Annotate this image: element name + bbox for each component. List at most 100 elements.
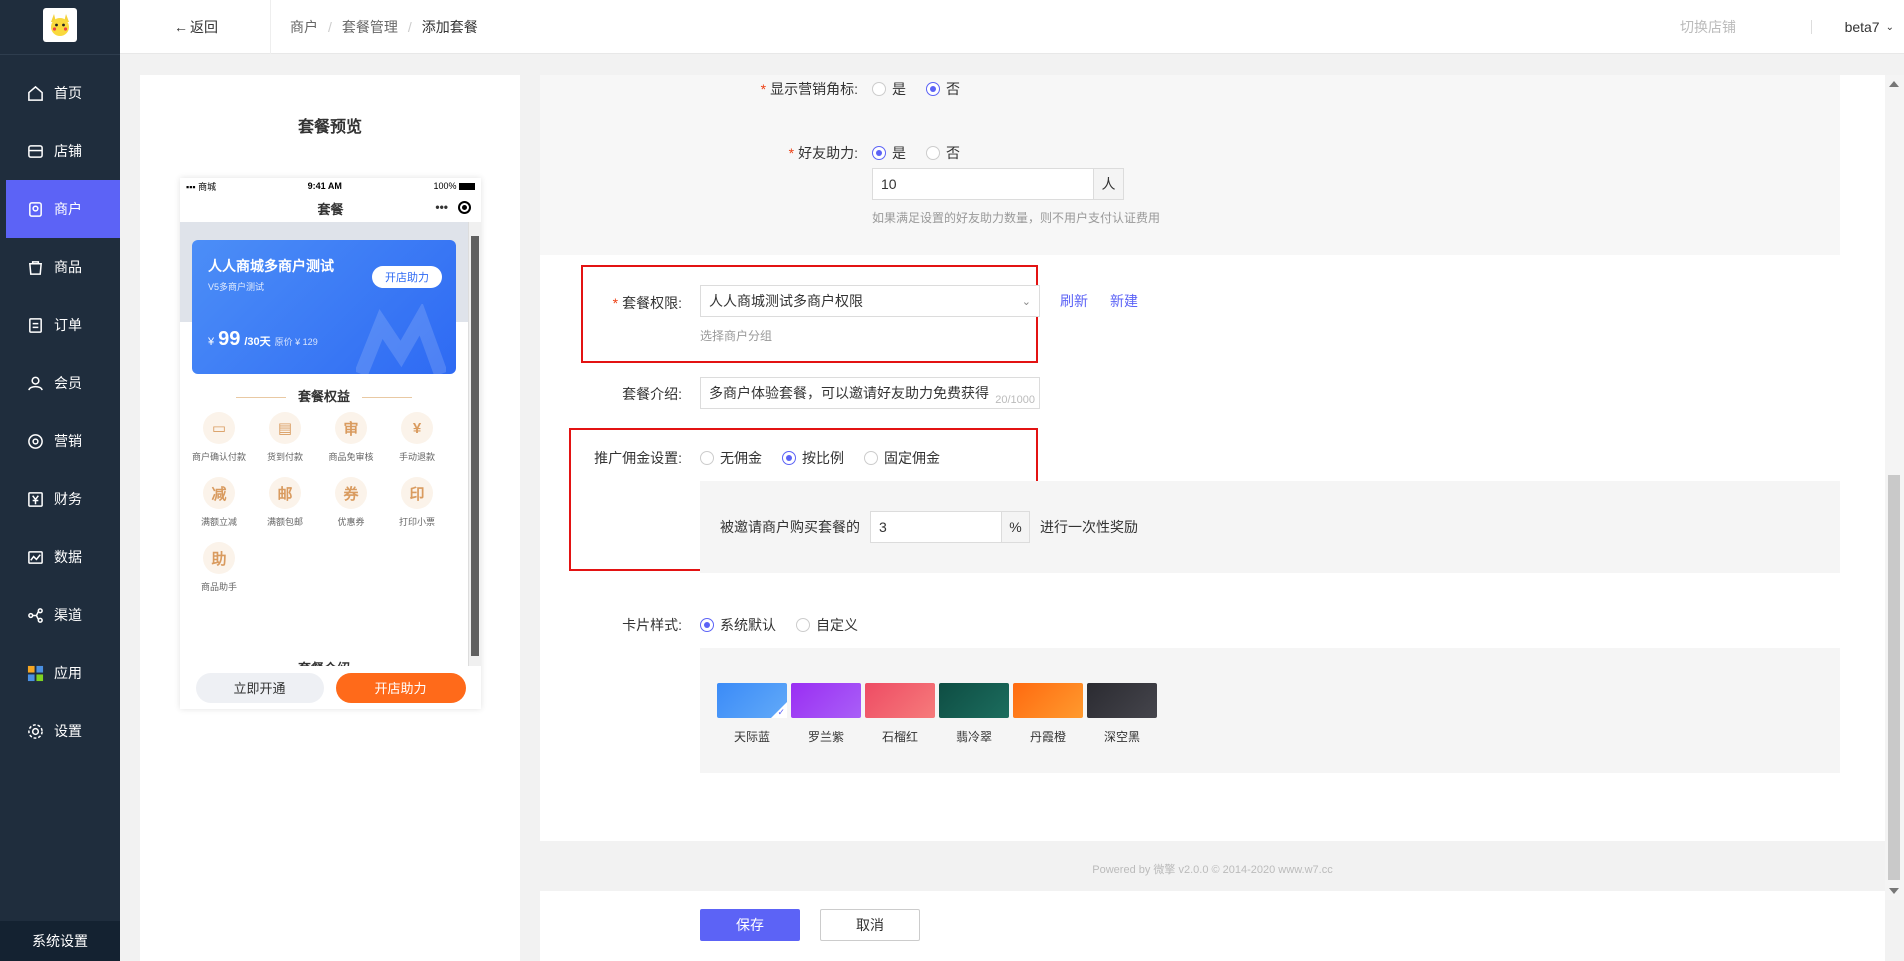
- swatch-name: 天际蓝: [733, 730, 770, 744]
- benefit-label: 满额立减: [200, 517, 237, 527]
- permission-label: * 套餐权限:: [612, 295, 682, 311]
- battery-indicator: 100%: [433, 181, 475, 191]
- switch-store-link[interactable]: 切换店铺: [1680, 0, 1736, 54]
- marketing-badge-radio-0[interactable]: 是: [872, 79, 906, 99]
- package-price: ¥ 99 /30天 原价 ¥ 129: [208, 328, 318, 350]
- system-settings-button[interactable]: 系统设置: [0, 921, 120, 961]
- friend-assist-input[interactable]: 10: [872, 168, 1094, 200]
- sidebar-item-store[interactable]: 店铺: [0, 122, 120, 180]
- swatch-name: 深空黑: [1103, 730, 1140, 744]
- benefit-item: ▤ 货到付款: [252, 412, 318, 463]
- card-assist-button[interactable]: 开店助力: [372, 266, 442, 288]
- friend-assist-radio-1[interactable]: 否: [926, 143, 960, 163]
- permission-select[interactable]: 人人商城测试多商户权限 ⌄: [700, 285, 1040, 317]
- sidebar-item-label: 店铺: [54, 143, 82, 159]
- marketing-badge-radio-1[interactable]: 否: [926, 79, 960, 99]
- card-style-radio-0[interactable]: 系统默认: [700, 615, 776, 635]
- cancel-button[interactable]: 取消: [820, 909, 920, 941]
- phone-status-bar: ▪▪▪ 商城 9:41 AM 100%: [180, 178, 481, 194]
- benefit-item: 邮满额包邮: [252, 477, 318, 528]
- benefit-label: 商品免审核: [328, 452, 374, 462]
- scroll-up-icon[interactable]: [1889, 81, 1899, 87]
- friend-assist-radio-0[interactable]: 是: [872, 143, 906, 163]
- sidebar-item-channel[interactable]: 渠道: [0, 586, 120, 644]
- marketing-badge-radios: 是否: [872, 79, 980, 99]
- save-button[interactable]: 保存: [700, 909, 800, 941]
- phone-footer: 立即开通 开店助力: [180, 666, 481, 709]
- intro-value: 多商户体验套餐，可以邀请好友助力免费获得: [709, 385, 989, 401]
- sidebar-item-label: 商品: [54, 259, 82, 275]
- chevron-down-icon: ⌄: [1021, 295, 1031, 308]
- style-swatch[interactable]: 丹霞橙: [1012, 683, 1084, 745]
- sidebar-item-label: 订单: [54, 317, 82, 333]
- radio-circle-icon: [796, 618, 810, 632]
- refresh-link[interactable]: 刷新: [1060, 291, 1088, 311]
- store-icon: [26, 142, 44, 160]
- friend-assist-count: 10 人: [872, 168, 1124, 200]
- sidebar-item-data[interactable]: 数据: [0, 528, 120, 586]
- arrow-left-icon: ←: [174, 19, 188, 35]
- benefit-icon: 邮: [269, 477, 301, 509]
- sidebar-item-finance[interactable]: 财务: [0, 470, 120, 528]
- scroll-thumb[interactable]: [1888, 475, 1900, 880]
- sidebar-item-order[interactable]: 订单: [0, 296, 120, 354]
- breadcrumb-merchant[interactable]: 商户: [290, 17, 318, 37]
- price-period: /30天: [244, 336, 271, 348]
- style-swatch[interactable]: 翡冷翠: [938, 683, 1010, 745]
- breadcrumb-package-manage[interactable]: 套餐管理: [342, 17, 398, 37]
- benefit-icon: ▤: [269, 412, 301, 444]
- swatch-color: [791, 683, 861, 718]
- friend-assist-unit: 人: [1094, 168, 1124, 200]
- sidebar-item-goods[interactable]: 商品: [0, 238, 120, 296]
- intro-row: 多商户体验套餐，可以邀请好友助力免费获得 20/1000: [700, 377, 1040, 409]
- breadcrumb: 商户 / 套餐管理 / 添加套餐: [290, 17, 478, 37]
- benefit-label: 满额包邮: [266, 517, 303, 527]
- signal-carrier: ▪▪▪ 商城: [186, 181, 217, 192]
- goods-icon: [26, 258, 44, 276]
- user-name: beta7: [1844, 19, 1880, 35]
- channel-icon: [26, 606, 44, 624]
- swatch-color: [939, 683, 1009, 718]
- radio-circle-icon: [700, 451, 714, 465]
- style-swatch[interactable]: ✓ 天际蓝: [716, 683, 788, 745]
- benefit-item: 券优惠券: [318, 477, 384, 528]
- package-name: 人人商城多商户测试: [208, 258, 334, 274]
- back-button[interactable]: ← 返回: [174, 0, 218, 54]
- user-menu[interactable]: beta7 ⌄: [1845, 0, 1894, 54]
- sidebar-item-settings[interactable]: 设置: [0, 702, 120, 760]
- open-now-button[interactable]: 立即开通: [195, 672, 324, 703]
- sidebar-item-apps[interactable]: 应用: [0, 644, 120, 702]
- style-swatch[interactable]: 深空黑: [1086, 683, 1158, 745]
- store-assist-button[interactable]: 开店助力: [335, 672, 466, 703]
- benefits-title: 套餐权益: [180, 386, 468, 405]
- sidebar-item-member[interactable]: 会员: [0, 354, 120, 412]
- intro-textarea[interactable]: 多商户体验套餐，可以邀请好友助力免费获得 20/1000: [700, 377, 1040, 409]
- commission-radio-2[interactable]: 固定佣金: [864, 448, 940, 468]
- scroll-down-icon[interactable]: [1889, 888, 1899, 894]
- sidebar-item-marketing[interactable]: 营销: [0, 412, 120, 470]
- style-swatch[interactable]: 罗兰紫: [790, 683, 862, 745]
- sidebar-item-label: 应用: [54, 665, 82, 681]
- style-swatch[interactable]: 石榴红: [864, 683, 936, 745]
- radio-circle-icon: [872, 82, 886, 96]
- action-bar: 保存 取消: [540, 891, 1885, 961]
- card-style-radio-1[interactable]: 自定义: [796, 615, 858, 635]
- package-form: * 显示营销角标: 是否 * 好友助力: 是否 10 人 如果满足设置的好友助力数量…: [540, 75, 1885, 961]
- swatch-name: 石榴红: [881, 730, 918, 744]
- phone-scrollbar[interactable]: [468, 222, 481, 666]
- order-icon: [26, 316, 44, 334]
- preview-title: 套餐预览: [297, 119, 362, 136]
- sidebar-item-merchant[interactable]: 商户: [6, 180, 120, 238]
- commission-rate-input[interactable]: 3: [870, 511, 1002, 543]
- new-permission-link[interactable]: 新建: [1110, 291, 1138, 311]
- sidebar-item-label: 商户: [54, 201, 82, 217]
- page-scrollbar[interactable]: [1885, 75, 1904, 900]
- app-logo[interactable]: [43, 8, 77, 42]
- sidebar-item-home[interactable]: 首页: [0, 64, 120, 122]
- benefit-icon: ▭: [203, 412, 235, 444]
- commission-radio-1[interactable]: 按比例: [782, 448, 844, 468]
- sidebar-item-label: 首页: [54, 85, 82, 101]
- friend-assist-label: * 好友助力:: [788, 145, 858, 161]
- commission-radio-0[interactable]: 无佣金: [700, 448, 762, 468]
- intro-title: 套餐介绍: [180, 658, 468, 666]
